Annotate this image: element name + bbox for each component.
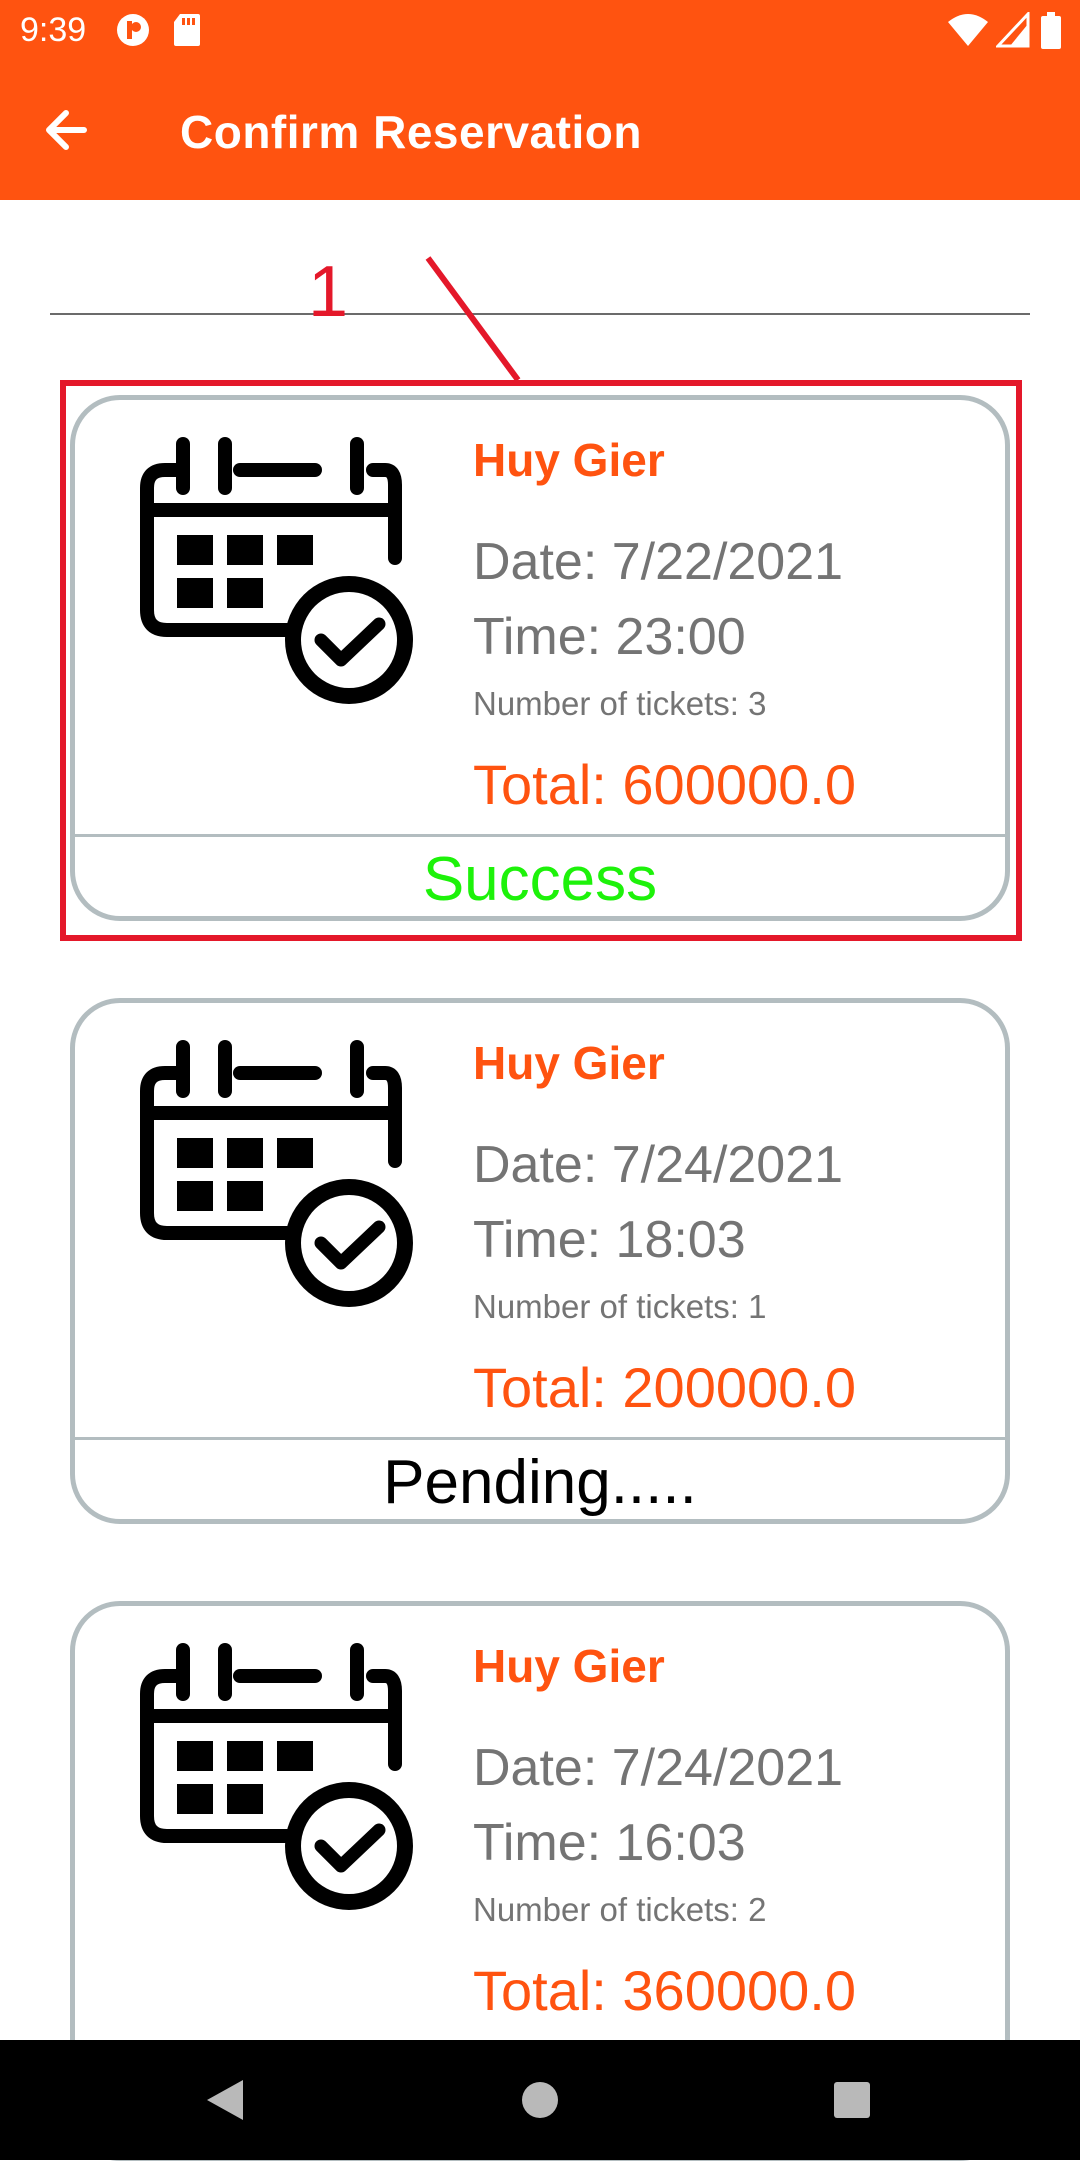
reservation-total: Total: 200000.0 xyxy=(473,1356,856,1419)
cell-signal-icon xyxy=(996,12,1030,48)
reservation-card[interactable]: Huy Gier Date: 7/24/2021 Time: 18:03 Num… xyxy=(70,998,1010,1524)
battery-icon xyxy=(1041,12,1061,49)
reservation-time: Time: 18:03 xyxy=(473,1211,746,1269)
app-bar: 9:39 Confirm Reservation xyxy=(0,0,1080,200)
sd-card-icon xyxy=(174,14,200,46)
app-notification-icon xyxy=(117,14,149,46)
reservation-date: Date: 7/24/2021 xyxy=(473,1739,844,1797)
page-title: Confirm Reservation xyxy=(180,106,642,158)
annotation-number: 1 xyxy=(308,252,349,332)
customer-name: Huy Gier xyxy=(473,1640,665,1692)
calendar-check-icon xyxy=(140,1643,413,1910)
calendar-check-icon xyxy=(140,1040,413,1307)
status-time: 9:39 xyxy=(20,11,87,49)
system-nav-bar xyxy=(0,2040,1080,2160)
wifi-icon xyxy=(948,14,988,46)
home-circle-icon[interactable] xyxy=(510,2070,570,2130)
ticket-count: Number of tickets: 1 xyxy=(473,1288,767,1325)
reservation-total: Total: 360000.0 xyxy=(473,1959,856,2022)
reservation-date: Date: 7/24/2021 xyxy=(473,1136,844,1194)
card-divider xyxy=(75,1437,1005,1440)
recents-square-icon[interactable] xyxy=(822,2070,882,2130)
divider xyxy=(50,313,1030,315)
reservation-status: Pending..... xyxy=(383,1448,697,1517)
reservation-time: Time: 16:03 xyxy=(473,1814,746,1872)
arrow-back-icon[interactable] xyxy=(40,95,100,165)
back-triangle-icon[interactable] xyxy=(195,2070,255,2130)
annotation-highlight-box xyxy=(60,380,1022,941)
customer-name: Huy Gier xyxy=(473,1037,665,1089)
ticket-count: Number of tickets: 2 xyxy=(473,1891,767,1928)
